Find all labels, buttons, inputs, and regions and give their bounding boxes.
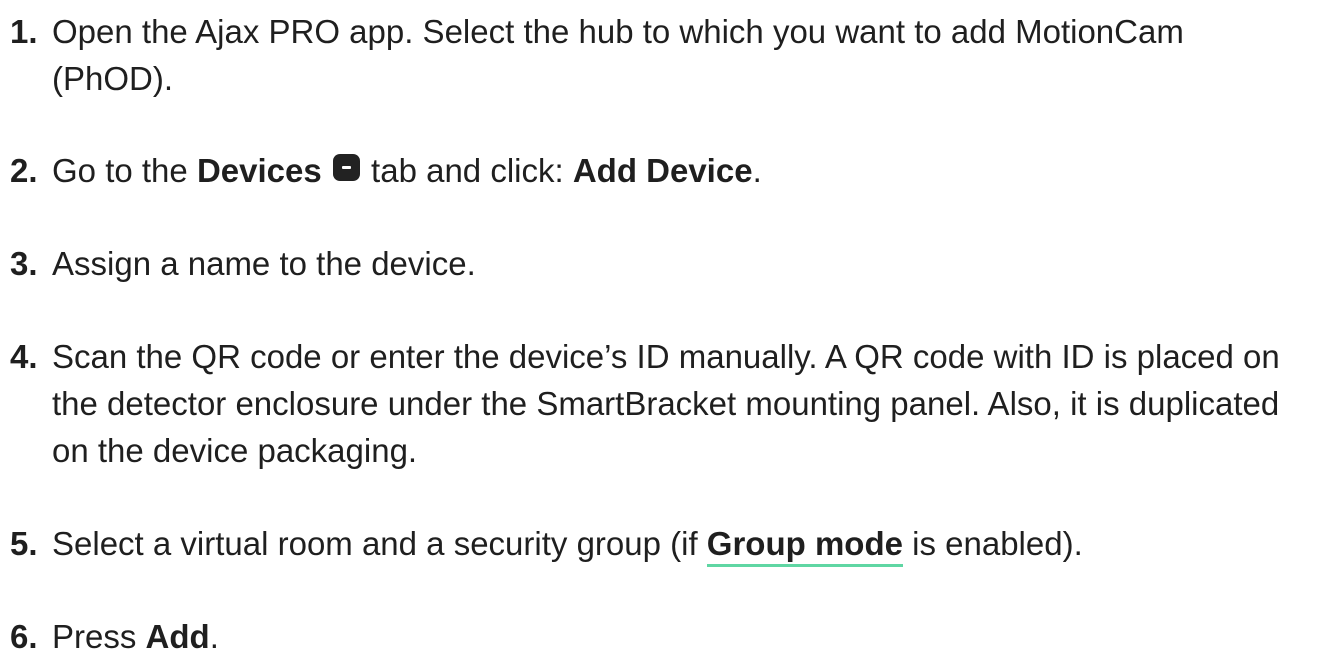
step-text: Scan the QR code or enter the device’s I…	[52, 338, 1280, 469]
step-number: 4.	[10, 338, 38, 375]
add-device-label: Add Device	[572, 152, 753, 189]
step-number: 6.	[10, 618, 38, 655]
step-number: 1.	[10, 13, 38, 50]
step-4: 4. Scan the QR code or enter the device’…	[0, 333, 1300, 474]
step-2: 2. Go to the Devices tab and click: Add …	[0, 147, 1300, 194]
step-1: 1. Open the Ajax PRO app. Select the hub…	[0, 8, 1300, 102]
step-number: 3.	[10, 245, 38, 282]
step-text-pre: Select a virtual room and a security gro…	[52, 525, 707, 562]
step-text-end: .	[209, 618, 219, 655]
step-number: 2.	[10, 152, 38, 189]
step-text-pre: Press	[52, 618, 146, 655]
group-mode-link[interactable]: Group mode	[706, 525, 903, 567]
step-text-end: .	[752, 152, 762, 189]
add-label: Add	[145, 618, 210, 655]
step-text: Open the Ajax PRO app. Select the hub to…	[52, 13, 1184, 97]
devices-label: Devices	[196, 152, 322, 189]
step-text-end: is enabled).	[902, 525, 1083, 562]
step-3: 3. Assign a name to the device.	[0, 240, 1300, 287]
step-5: 5. Select a virtual room and a security …	[0, 520, 1300, 567]
devices-tab-icon	[332, 154, 360, 181]
step-text-pre: Go to the	[52, 152, 197, 189]
step-text: Assign a name to the device.	[52, 245, 476, 282]
instruction-steps: 1. Open the Ajax PRO app. Select the hub…	[0, 0, 1324, 655]
step-number: 5.	[10, 525, 38, 562]
step-6: 6. Press Add.	[0, 613, 1300, 660]
step-text-mid: tab and click:	[361, 152, 573, 189]
